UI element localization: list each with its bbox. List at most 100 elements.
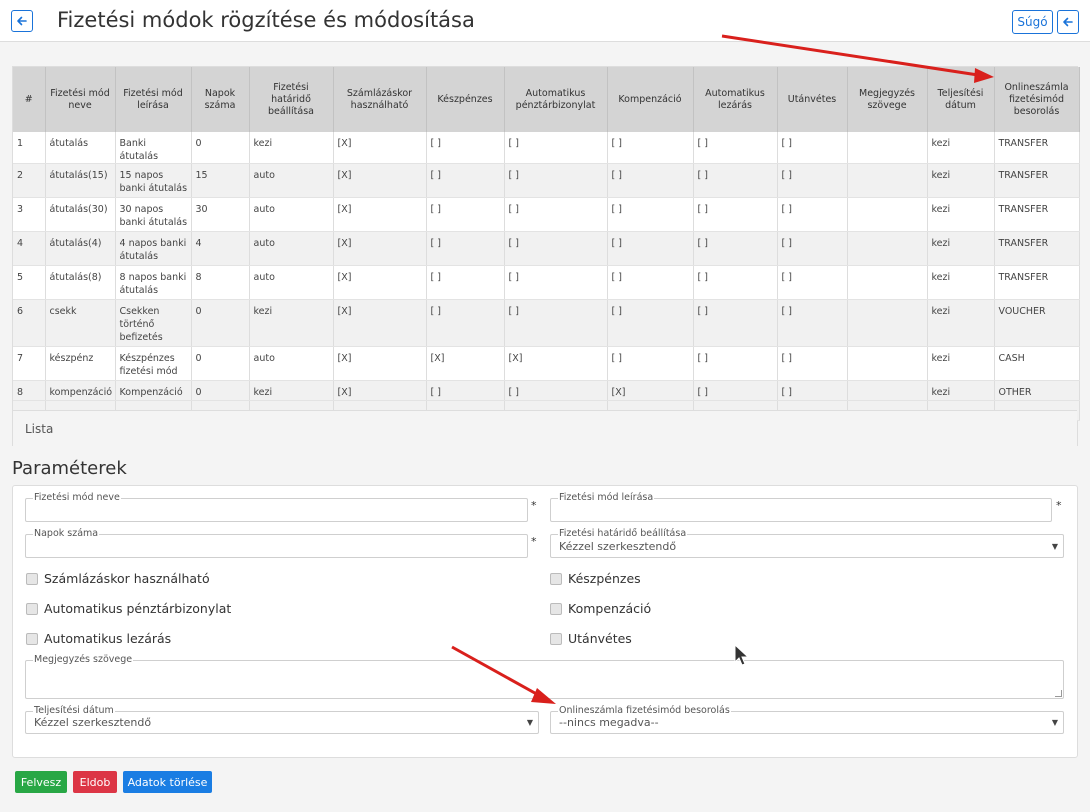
checkbox-compensation[interactable]: Kompenzáció: [550, 601, 651, 616]
column-header[interactable]: Fizetési határidő beállítása: [249, 67, 334, 132]
checkbox-auto-close[interactable]: Automatikus lezárás: [26, 631, 171, 646]
column-header[interactable]: Onlineszámla fizetésimód besorolás: [994, 67, 1080, 132]
checkbox-invoice-usable[interactable]: Számlázáskor használható: [26, 571, 210, 586]
table-cell: átutalás(4): [45, 231, 116, 266]
table-cell: auto: [249, 197, 334, 232]
table-cell: [X]: [426, 346, 505, 381]
online-invoice-field: --nincs megadva-- Onlineszámla fizetésim…: [550, 705, 1064, 734]
table-cell: [X]: [333, 132, 427, 164]
checkbox-box[interactable]: [26, 572, 38, 585]
table-cell: [ ]: [504, 132, 608, 164]
column-header[interactable]: Teljesítési dátum: [927, 67, 995, 132]
table-row[interactable]: 5 átutalás(8) 8 napos banki átutalás 8 auto[…: [13, 265, 1080, 300]
days-input[interactable]: [25, 534, 528, 558]
table-cell: 4 napos banki átutalás: [115, 231, 192, 266]
list-footer: Lista: [13, 410, 1077, 446]
column-header[interactable]: #: [13, 67, 46, 132]
table-cell: [847, 231, 928, 266]
table-cell: kezi: [927, 299, 995, 347]
checkbox-box[interactable]: [550, 572, 562, 585]
table-cell: 7: [13, 346, 46, 381]
checkbox-cash-on-delivery[interactable]: Utánvétes: [550, 631, 632, 646]
table-cell: TRANSFER: [994, 163, 1080, 198]
column-header[interactable]: Fizetési mód leírása: [115, 67, 192, 132]
back-button[interactable]: [11, 10, 33, 32]
table-cell: [ ]: [426, 132, 505, 164]
column-header[interactable]: Megjegyzés szövege: [847, 67, 928, 132]
table-cell: 8 napos banki átutalás: [115, 265, 192, 300]
table-cell: 3: [13, 197, 46, 232]
column-header[interactable]: Kompenzáció: [607, 67, 694, 132]
table-cell: [ ]: [693, 265, 778, 300]
table-cell: 15: [191, 163, 250, 198]
table-row[interactable]: 7 készpénz Készpénzes fizetési mód 0 auto [X]…: [13, 346, 1080, 381]
note-textarea[interactable]: [25, 660, 1064, 699]
table-cell: [ ]: [693, 163, 778, 198]
table-cell: Banki átutalás: [115, 132, 192, 164]
caret-down-icon: ▼: [1051, 542, 1058, 551]
checkbox-box[interactable]: [26, 602, 38, 615]
table-row[interactable]: 3 átutalás(30) 30 napos banki átutalás 30 au…: [13, 197, 1080, 232]
table-cell: [847, 299, 928, 347]
table-cell: Csekken történő befizetés: [115, 299, 192, 347]
column-header[interactable]: Napok száma: [191, 67, 250, 132]
checkbox-label: Készpénzes: [568, 571, 641, 586]
column-header[interactable]: Készpénzes: [426, 67, 505, 132]
table-cell: 4: [191, 231, 250, 266]
table-row[interactable]: 6 csekk Csekken történő befizetés 0 kezi [X][…: [13, 299, 1080, 347]
caret-down-icon: ▼: [526, 718, 533, 727]
checkbox-box[interactable]: [26, 632, 38, 645]
column-header[interactable]: Utánvétes: [777, 67, 848, 132]
table-cell: kezi: [927, 132, 995, 164]
table-cell: 5: [13, 265, 46, 300]
column-header[interactable]: Számlázáskor használható: [333, 67, 427, 132]
column-header[interactable]: Fizetési mód neve: [45, 67, 116, 132]
table-cell: 8: [13, 380, 46, 401]
deadline-field: Kézzel szerkesztendő Fizetési határidő b…: [550, 528, 1064, 558]
table-cell: [ ]: [777, 299, 848, 347]
days-field: Napok száma: [25, 528, 528, 558]
table-row[interactable]: 4 átutalás(4) 4 napos banki átutalás 4 auto[…: [13, 231, 1080, 266]
table-cell: [847, 197, 928, 232]
column-header[interactable]: Automatikus lezárás: [693, 67, 778, 132]
checkbox-auto-receipt[interactable]: Automatikus pénztárbizonylat: [26, 601, 231, 616]
back-button-right[interactable]: [1057, 10, 1079, 34]
description-label: Fizetési mód leírása: [558, 492, 655, 503]
table-cell: OTHER: [994, 380, 1080, 401]
checkbox-box[interactable]: [550, 632, 562, 645]
table-row[interactable]: 8 kompenzáció Kompenzáció 0 kezi [X][ ][ ] [X]…: [13, 380, 1080, 401]
description-field: Fizetési mód leírása: [550, 492, 1052, 522]
table-cell: [ ]: [607, 299, 694, 347]
arrow-left-icon: [17, 16, 27, 26]
table-cell: auto: [249, 265, 334, 300]
clear-data-button[interactable]: Adatok törlése: [123, 771, 212, 793]
days-required-mark: *: [531, 535, 537, 548]
deadline-label: Fizetési határidő beállítása: [558, 528, 688, 539]
table-cell: [ ]: [426, 299, 505, 347]
checkbox-cash[interactable]: Készpénzes: [550, 571, 641, 586]
fulfillment-date-label: Teljesítési dátum: [33, 705, 115, 716]
add-button[interactable]: Felvesz: [15, 771, 67, 793]
table-cell: 0: [191, 299, 250, 347]
column-header[interactable]: Automatikus pénztárbizonylat: [504, 67, 608, 132]
table-cell: 8: [191, 265, 250, 300]
checkbox-label: Automatikus lezárás: [44, 631, 172, 646]
table-cell: [ ]: [607, 163, 694, 198]
table-cell: [X]: [333, 346, 427, 381]
table-cell: Kompenzáció: [115, 380, 192, 401]
table-cell: kezi: [927, 265, 995, 300]
checkbox-box[interactable]: [550, 602, 562, 615]
help-button[interactable]: Súgó: [1012, 10, 1053, 34]
checkbox-label: Automatikus pénztárbizonylat: [44, 601, 232, 616]
resize-handle-icon[interactable]: [1055, 690, 1062, 697]
table-cell: [ ]: [777, 231, 848, 266]
table-cell: kezi: [927, 197, 995, 232]
table-row[interactable]: 1 átutalás Banki átutalás 0 kezi [X][ ][ ][ ]…: [13, 132, 1080, 164]
checkbox-label: Kompenzáció: [568, 601, 652, 616]
discard-button[interactable]: Eldob: [73, 771, 117, 793]
table-cell: készpénz: [45, 346, 116, 381]
table-row[interactable]: 2 átutalás(15) 15 napos banki átutalás 15 au…: [13, 163, 1080, 198]
table-cell: [847, 346, 928, 381]
table-cell: Készpénzes fizetési mód: [115, 346, 192, 381]
table-cell: [X]: [333, 265, 427, 300]
